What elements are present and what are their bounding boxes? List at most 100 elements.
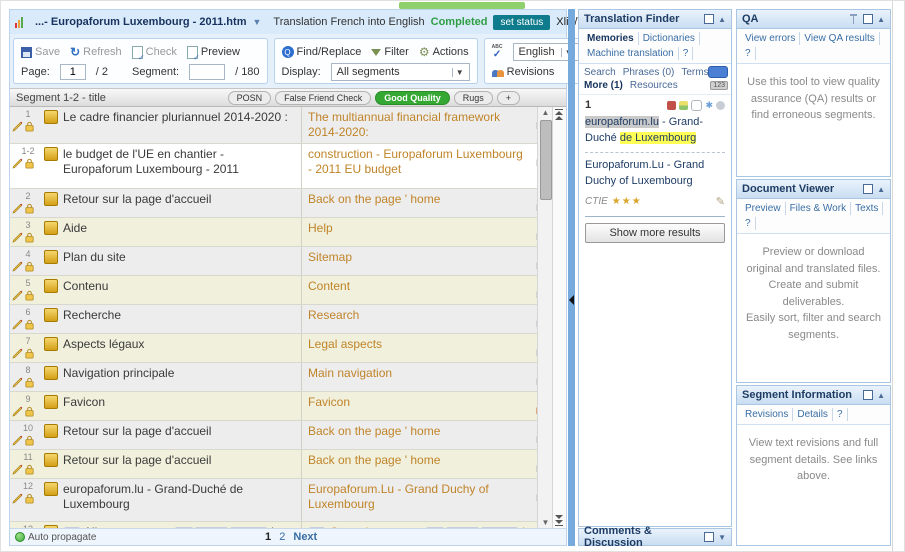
source-cell[interactable]: Recherche [61, 305, 301, 333]
source-cell[interactable]: Retour sur la page d'accueil [61, 450, 301, 478]
finder-link-more-1[interactable]: More (1) [584, 80, 623, 91]
table-row[interactable]: 5ContenuContenti [10, 276, 540, 305]
lock-icon[interactable] [24, 435, 35, 446]
tm-match-icon[interactable] [44, 250, 58, 264]
tab-view-qa-results[interactable]: View QA results [800, 32, 879, 45]
check-button[interactable]: Check [132, 46, 177, 59]
table-row[interactable]: 9FaviconFaviconi [10, 392, 540, 421]
spellcheck-icon[interactable]: ABC✓ [492, 45, 503, 60]
tm-source-text[interactable]: europaforum.lu - Grand-Duché de Luxembou… [585, 115, 725, 147]
revisions-button[interactable]: Revisions [492, 66, 555, 78]
tm-match-icon[interactable] [44, 308, 58, 322]
target-cell[interactable]: Content [301, 276, 533, 304]
tm-match-icon[interactable] [44, 395, 58, 409]
tab-[interactable]: ? [679, 47, 694, 60]
save-button[interactable]: Save [21, 46, 60, 58]
lock-icon[interactable] [24, 406, 35, 417]
target-cell[interactable]: Legal aspects [301, 334, 533, 362]
scrollbar-thumb[interactable] [540, 120, 552, 200]
maximize-icon[interactable] [704, 532, 714, 542]
table-row[interactable]: 12europaforum.lu - Grand-Duché de Luxemb… [10, 479, 540, 522]
grid-scrollbar[interactable]: ▲ ▼ [537, 107, 553, 528]
qa-badge[interactable]: False Friend Check [275, 91, 371, 105]
page-input[interactable] [60, 64, 86, 80]
auto-propagate-icon[interactable] [15, 532, 25, 542]
actions-button[interactable]: ⚙Actions [419, 45, 469, 59]
maximize-icon[interactable] [863, 14, 873, 24]
edit-pencil-icon[interactable] [12, 121, 23, 132]
set-status-button[interactable]: set status [493, 15, 550, 30]
lock-icon[interactable] [24, 121, 35, 132]
edit-pencil-icon[interactable] [12, 406, 23, 417]
tab-files-work[interactable]: Files & Work [786, 202, 852, 215]
page-scrollbar[interactable] [552, 107, 566, 528]
collapse-icon[interactable]: ▲ [877, 185, 885, 194]
scroll-up-icon[interactable]: ▲ [538, 108, 553, 117]
document-title[interactable]: ...- Europaforum Luxembourg - 2011.htm [35, 16, 246, 28]
source-cell[interactable]: europaforum.lu - Grand-Duché de Luxembou… [61, 479, 301, 521]
lock-icon[interactable] [24, 232, 35, 243]
scroll-down-icon[interactable]: ▼ [538, 518, 553, 527]
tab-dictionaries[interactable]: Dictionaries [639, 32, 700, 45]
target-cell[interactable]: Europaforum.Lu - Grand Duchy of Luxembou… [301, 479, 533, 521]
target-cell[interactable]: Sitemap [301, 247, 533, 275]
lock-icon[interactable] [24, 377, 35, 388]
tm-match-icon[interactable] [44, 192, 58, 206]
maximize-icon[interactable] [704, 14, 714, 24]
tab-[interactable]: ? [833, 408, 848, 421]
expand-icon[interactable]: ▼ [718, 533, 726, 542]
lock-icon[interactable] [24, 319, 35, 330]
segment-input[interactable] [189, 64, 225, 80]
scroll-bottom-icon[interactable] [555, 515, 563, 526]
page-current[interactable]: 1 [265, 531, 271, 543]
pin-icon[interactable] [850, 14, 857, 24]
splitter-collapse-handle[interactable] [568, 9, 575, 546]
table-row[interactable]: 4Plan du siteSitemapi [10, 247, 540, 276]
tab-revisions[interactable]: Revisions [741, 408, 793, 421]
tab-[interactable]: ? [741, 217, 756, 230]
tm-match-icon[interactable] [44, 147, 58, 161]
chevron-down-icon[interactable]: ▼ [252, 17, 261, 27]
edit-pencil-icon[interactable] [12, 348, 23, 359]
refresh-button[interactable]: ↻Refresh [70, 45, 122, 59]
collapse-icon[interactable]: ▲ [877, 391, 885, 400]
qa-badge[interactable]: Rugs [454, 91, 493, 105]
tm-target-text[interactable]: Europaforum.Lu - Grand Duchy of Luxembou… [585, 158, 725, 190]
target-cell[interactable]: Favicon [301, 392, 533, 420]
next-page-link[interactable]: Next [293, 531, 317, 543]
finder-link-phrases-0[interactable]: Phrases (0) [623, 67, 675, 78]
edit-pencil-icon[interactable] [12, 377, 23, 388]
collapse-icon[interactable]: ▲ [718, 15, 726, 24]
maximize-icon[interactable] [863, 184, 873, 194]
edit-pencil-icon[interactable] [12, 232, 23, 243]
tab-machine-translation[interactable]: Machine translation [583, 47, 679, 60]
source-cell[interactable]: Retour sur la page d'accueil [61, 421, 301, 449]
source-cell[interactable]: Aspects légaux [61, 334, 301, 362]
source-cell[interactable]: Plan du site [61, 247, 301, 275]
lock-icon[interactable] [24, 493, 35, 504]
source-cell[interactable]: Aide [61, 218, 301, 246]
qa-badge[interactable]: Good Quality [375, 91, 450, 105]
show-more-results-button[interactable]: Show more results [585, 223, 725, 243]
scroll-top-icon[interactable] [555, 109, 563, 120]
terminology-icon[interactable] [667, 101, 676, 110]
statistics-icon[interactable] [15, 17, 23, 28]
edit-pencil-icon[interactable] [12, 203, 23, 214]
tm-match-icon[interactable] [44, 110, 58, 124]
freeze-icon[interactable]: ✱ [705, 100, 713, 111]
tab-[interactable]: ? [741, 47, 756, 60]
lock-icon[interactable] [24, 158, 35, 169]
tm-match-icon[interactable] [44, 337, 58, 351]
target-cell[interactable]: Research [301, 305, 533, 333]
target-cell[interactable]: Back on the page ' home [301, 189, 533, 217]
lock-icon[interactable] [24, 290, 35, 301]
find-replace-button[interactable]: QFind/Replace [282, 46, 362, 58]
finder-link-search[interactable]: Search [584, 67, 616, 78]
target-cell[interactable]: The multiannual financial framework 2014… [301, 107, 533, 143]
info-icon[interactable] [716, 101, 725, 110]
tab-preview[interactable]: Preview [741, 202, 786, 215]
tm-match-icon[interactable] [44, 366, 58, 380]
table-row[interactable]: 8Navigation principaleMain navigationi [10, 363, 540, 392]
edit-pencil-icon[interactable] [12, 464, 23, 475]
tm-match-icon[interactable] [44, 279, 58, 293]
